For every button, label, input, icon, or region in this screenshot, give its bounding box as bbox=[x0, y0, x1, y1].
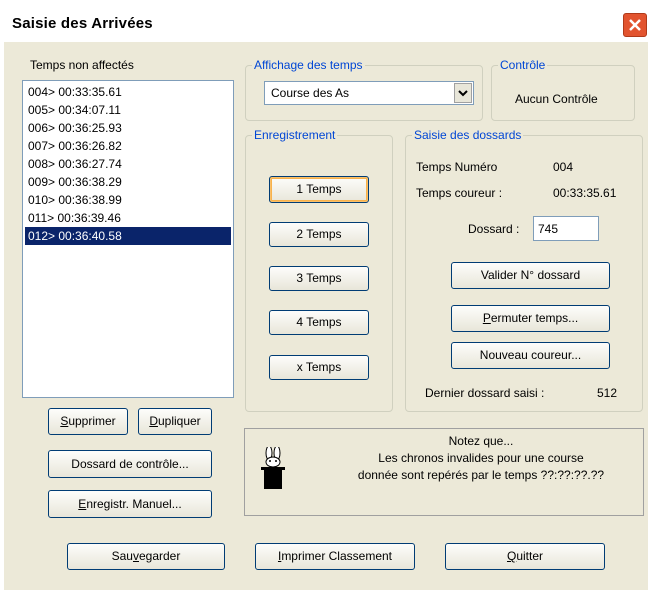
list-item[interactable]: 005> 00:34:07.11 bbox=[25, 101, 231, 119]
three-times-button[interactable]: 3 Temps bbox=[269, 266, 369, 291]
unassigned-times-label: Temps non affectés bbox=[30, 58, 134, 72]
chevron-down-icon[interactable] bbox=[454, 83, 472, 103]
list-item[interactable]: 008> 00:36:27.74 bbox=[25, 155, 231, 173]
control-value: Aucun Contrôle bbox=[515, 92, 598, 106]
close-icon bbox=[629, 19, 641, 31]
two-times-button[interactable]: 2 Temps bbox=[269, 222, 369, 247]
window-title: Saisie des Arrivées bbox=[12, 15, 153, 32]
race-select[interactable]: Course des As bbox=[264, 81, 474, 105]
list-item[interactable]: 007> 00:36:26.82 bbox=[25, 137, 231, 155]
time-number-value: 004 bbox=[553, 160, 574, 174]
time-display-title: Affichage des temps bbox=[252, 58, 365, 72]
list-item[interactable]: 010> 00:36:38.99 bbox=[25, 191, 231, 209]
list-item-selected[interactable]: 012> 00:36:40.58 bbox=[25, 227, 231, 245]
control-bib-button[interactable]: Dossard de contrôle... bbox=[48, 450, 212, 478]
window-border-left bbox=[0, 42, 4, 592]
list-item[interactable]: 004> 00:33:35.61 bbox=[25, 83, 231, 101]
one-time-button[interactable]: 1 Temps bbox=[269, 176, 369, 203]
swap-times-button[interactable]: Permuter temps... bbox=[451, 305, 610, 332]
magic-hat-rabbit-icon bbox=[261, 447, 285, 489]
note-line-2: Les chronos invalides pour une course bbox=[378, 451, 584, 465]
x-times-button[interactable]: x Temps bbox=[269, 355, 369, 380]
last-bib-label: Dernier dossard saisi : bbox=[425, 386, 545, 400]
delete-button[interactable]: Supprimer bbox=[48, 408, 128, 435]
note-line-1: Notez que... bbox=[448, 434, 514, 448]
new-runner-button[interactable]: Nouveau coureur... bbox=[451, 342, 610, 369]
unassigned-times-list[interactable]: 004> 00:33:35.61 005> 00:34:07.11 006> 0… bbox=[22, 80, 234, 398]
close-button[interactable] bbox=[623, 13, 647, 37]
bib-label: Dossard : bbox=[468, 222, 520, 236]
validate-bib-button[interactable]: Valider N° dossard bbox=[451, 262, 610, 289]
last-bib-value: 512 bbox=[597, 386, 618, 400]
print-ranking-button[interactable]: Imprimer Classement bbox=[255, 543, 415, 570]
title-bar: Saisie des Arrivées bbox=[0, 0, 648, 42]
bib-input-value: 745 bbox=[538, 222, 559, 236]
runner-time-value: 00:33:35.61 bbox=[553, 186, 617, 200]
note-panel: Notez que... Les chronos invalides pour … bbox=[244, 428, 644, 516]
four-times-button[interactable]: 4 Temps bbox=[269, 310, 369, 335]
note-line-3: donnée sont repérés par le temps ??:??:?… bbox=[357, 468, 605, 482]
note-text: Notez que... Les chronos invalides pour … bbox=[321, 429, 641, 484]
race-select-value: Course des As bbox=[271, 86, 350, 100]
save-button[interactable]: Sauvegarder bbox=[67, 543, 225, 570]
list-item[interactable]: 006> 00:36:25.93 bbox=[25, 119, 231, 137]
time-number-label: Temps Numéro bbox=[416, 160, 498, 174]
quit-button[interactable]: Quitter bbox=[445, 543, 605, 570]
duplicate-button[interactable]: Dupliquer bbox=[138, 408, 212, 435]
recording-title: Enregistrement bbox=[252, 128, 338, 142]
bib-input[interactable]: 745 bbox=[533, 216, 599, 241]
control-title: Contrôle bbox=[498, 58, 548, 72]
manual-entry-button[interactable]: Enregistr. Manuel... bbox=[48, 490, 212, 518]
list-item[interactable]: 011> 00:36:39.46 bbox=[25, 209, 231, 227]
list-item[interactable]: 009> 00:36:38.29 bbox=[25, 173, 231, 191]
dialog-window: Saisie des Arrivées Temps non affectés 0… bbox=[0, 0, 648, 592]
runner-time-label: Temps coureur : bbox=[416, 186, 503, 200]
bib-entry-title: Saisie des dossards bbox=[412, 128, 524, 142]
